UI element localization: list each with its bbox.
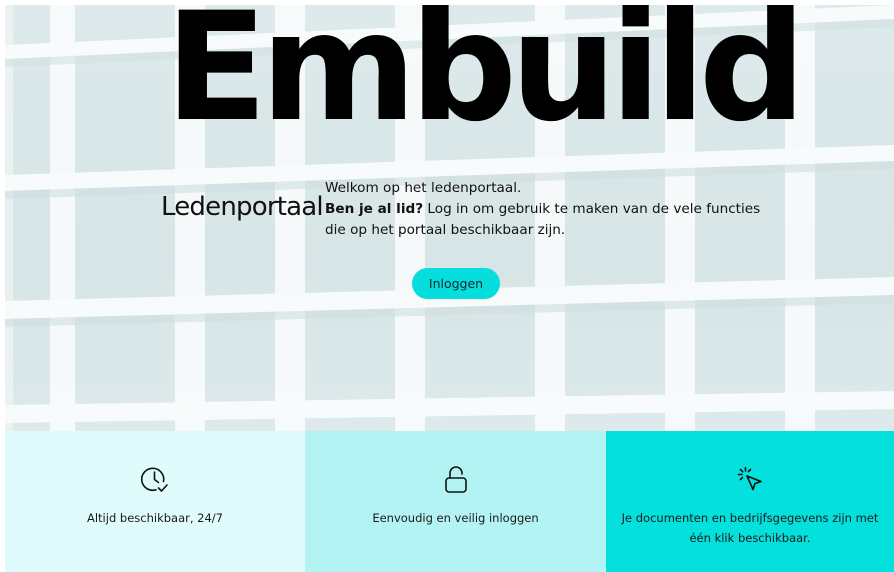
feature-text: Eenvoudig en veilig inloggen (372, 511, 539, 525)
feature-availability: Altijd beschikbaar, 24/7 (5, 431, 305, 572)
brand-title: Embuild (165, 5, 806, 155)
feature-one-click: Je documenten en bedrijfsgegevens zijn m… (606, 431, 894, 572)
feature-text: Je documenten en bedrijfsgegevens zijn m… (621, 511, 879, 545)
welcome-text: Welkom op het ledenportaal. Ben je al li… (325, 178, 765, 241)
member-question: Ben je al lid? (325, 201, 424, 217)
cursor-click-icon (737, 466, 762, 491)
feature-secure-login: Eenvoudig en veilig inloggen (305, 431, 606, 572)
member-paragraph: Ben je al lid? Log in om gebruik te make… (325, 199, 765, 241)
clock-check-icon (140, 467, 168, 492)
feature-text: Altijd beschikbaar, 24/7 (86, 511, 223, 525)
lock-icon (444, 466, 467, 493)
hero-section: Embuild Ledenportaal Welkom op het leden… (5, 5, 894, 431)
welcome-line: Welkom op het ledenportaal. (325, 180, 522, 196)
portal-subtitle: Ledenportaal (161, 192, 324, 222)
features-row: Altijd beschikbaar, 24/7 Eenvoudig en ve… (5, 431, 894, 572)
login-button[interactable]: Inloggen (412, 268, 500, 299)
